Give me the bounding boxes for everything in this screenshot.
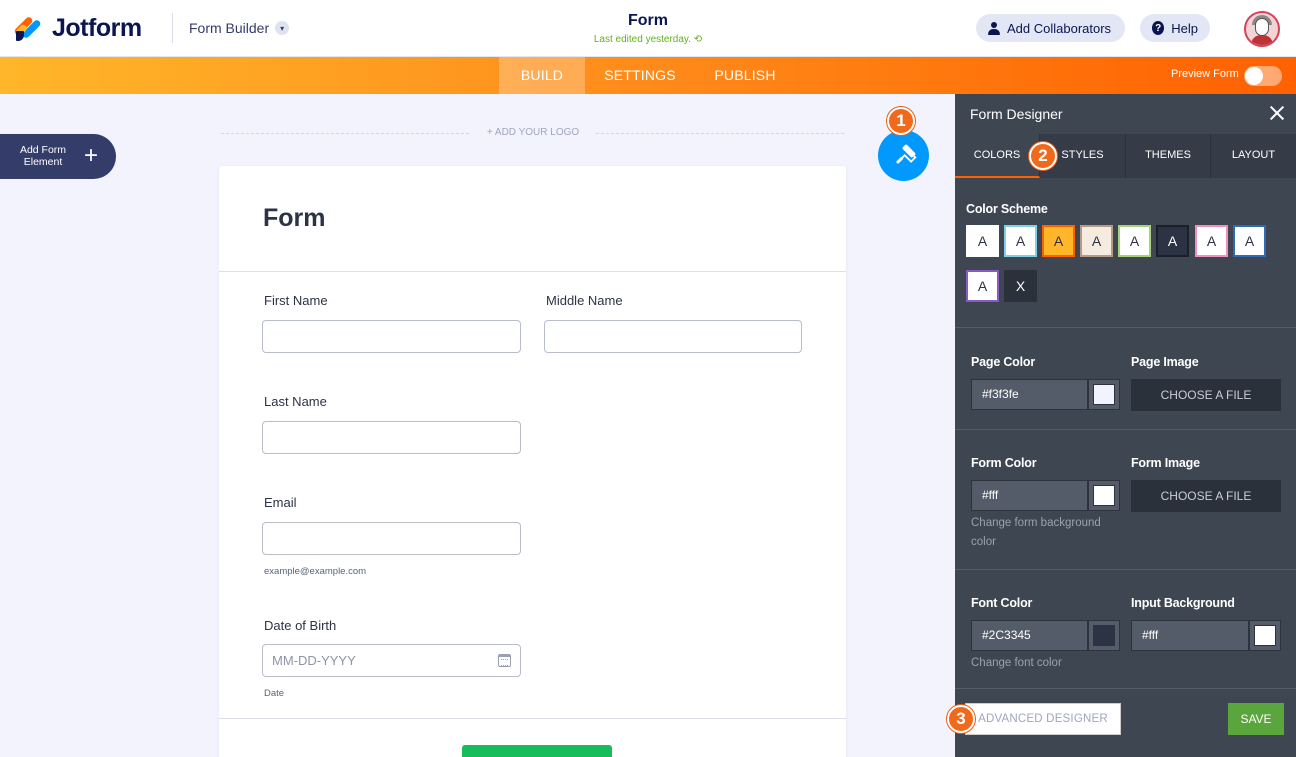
page-image-choose-button[interactable]: CHOOSE A FILE <box>1131 379 1281 411</box>
step-badge-2: 2 <box>1029 142 1057 170</box>
add-logo-link[interactable]: + ADD YOUR LOGO <box>470 127 596 138</box>
panel-title: Form Designer <box>970 106 1063 122</box>
section-divider <box>955 688 1296 689</box>
submit-button[interactable] <box>462 745 612 757</box>
tab-settings[interactable]: SETTINGS <box>598 57 682 94</box>
middle-name-label: Middle Name <box>546 293 623 308</box>
jotform-logo[interactable]: Jotform <box>13 14 142 43</box>
top-bar: Jotform Form Builder ▾ Form Last edited … <box>0 0 1296 57</box>
last-name-label: Last Name <box>264 394 327 409</box>
font-color-swatch[interactable] <box>1088 620 1120 651</box>
input-background-label: Input Background <box>1131 596 1235 610</box>
page-color-swatch[interactable] <box>1088 379 1120 410</box>
brand-name: Jotform <box>52 14 142 42</box>
first-name-label: First Name <box>264 293 328 308</box>
color-scheme-swatch[interactable]: A <box>1156 225 1189 257</box>
page-color-label: Page Color <box>971 355 1035 369</box>
step-badge-1: 1 <box>887 107 915 135</box>
tab-layout[interactable]: LAYOUT <box>1211 134 1296 178</box>
plus-icon: + <box>84 142 99 169</box>
last-name-input[interactable] <box>262 421 521 454</box>
email-label: Email <box>264 495 297 510</box>
refresh-icon: ⟲ <box>693 34 703 45</box>
preview-form-toggle[interactable] <box>1244 66 1282 86</box>
tab-build[interactable]: BUILD <box>499 57 585 94</box>
close-icon[interactable] <box>1268 104 1286 122</box>
question-icon: ? <box>1152 21 1165 35</box>
form-heading[interactable]: Form <box>263 204 326 233</box>
tab-colors[interactable]: COLORS <box>955 134 1040 178</box>
avatar[interactable] <box>1244 11 1280 47</box>
form-color-swatch[interactable] <box>1088 480 1120 511</box>
form-image-choose-button[interactable]: CHOOSE A FILE <box>1131 480 1281 512</box>
color-scheme-swatch[interactable]: A <box>1080 225 1113 257</box>
form-card: Form First Name Middle Name Last Name Em… <box>219 166 846 757</box>
add-collaborators-button[interactable]: Add Collaborators <box>976 14 1125 42</box>
section-divider <box>955 429 1296 430</box>
email-field[interactable] <box>262 522 521 555</box>
form-builder-label: Form Builder <box>189 20 270 36</box>
form-title[interactable]: Form <box>548 12 748 30</box>
font-color-help: Change font color <box>971 657 1062 669</box>
add-collaborators-label: Add Collaborators <box>1007 20 1112 36</box>
chevron-down-icon: ▾ <box>275 21 290 35</box>
color-scheme-swatch[interactable]: A <box>1042 225 1075 257</box>
font-color-input[interactable]: #2C3345 <box>971 620 1088 651</box>
color-scheme-swatch[interactable]: A <box>1004 225 1037 257</box>
add-form-element-label: Add Form Element <box>19 144 67 168</box>
email-sublabel: example@example.com <box>264 566 367 577</box>
color-scheme-swatch[interactable]: A <box>966 270 999 302</box>
input-background-swatch[interactable] <box>1249 620 1281 651</box>
color-scheme-label: Color Scheme <box>966 202 1048 216</box>
advanced-designer-button[interactable]: ADVANCED DESIGNER <box>965 703 1121 735</box>
last-edited-text: Last edited yesterday. <box>593 34 691 45</box>
dob-placeholder: MM-DD-YYYY <box>272 653 356 668</box>
section-divider <box>955 327 1296 328</box>
tab-publish[interactable]: PUBLISH <box>708 57 782 94</box>
preview-form-label: Preview Form <box>1171 68 1239 80</box>
dob-input[interactable]: MM-DD-YYYY <box>262 644 521 677</box>
form-title-block: Form Last edited yesterday. ⟲ <box>548 12 748 45</box>
designer-tabs: COLORS STYLES THEMES LAYOUT <box>955 134 1296 178</box>
color-scheme-swatch[interactable]: A <box>966 225 999 257</box>
submit-divider <box>219 718 846 719</box>
color-scheme-swatch[interactable]: A <box>1195 225 1228 257</box>
dob-label: Date of Birth <box>264 618 337 633</box>
heading-divider <box>219 271 846 272</box>
header-divider <box>172 13 173 43</box>
jotform-logo-icon <box>13 15 42 43</box>
page-image-label: Page Image <box>1131 355 1199 369</box>
add-form-element-button[interactable]: Add Form Element + <box>0 134 116 179</box>
toggle-knob <box>1245 67 1263 85</box>
form-color-label: Form Color <box>971 456 1037 470</box>
paint-roller-icon <box>895 144 917 164</box>
help-label: Help <box>1171 20 1198 36</box>
last-edited: Last edited yesterday. ⟲ <box>548 34 748 45</box>
form-image-label: Form Image <box>1131 456 1200 470</box>
color-scheme-swatch[interactable]: A <box>1233 225 1266 257</box>
page-color-input[interactable]: #f3f3fe <box>971 379 1088 410</box>
form-color-input[interactable]: #fff <box>971 480 1088 511</box>
step-badge-3: 3 <box>947 705 975 733</box>
section-divider <box>955 569 1296 570</box>
user-icon <box>988 21 1000 35</box>
form-designer-button[interactable] <box>878 130 929 181</box>
color-scheme-swatch[interactable]: A <box>1118 225 1151 257</box>
save-button[interactable]: SAVE <box>1228 703 1284 735</box>
middle-name-input[interactable] <box>544 320 802 353</box>
panel-header: Form Designer <box>955 94 1296 134</box>
help-button[interactable]: ? Help <box>1140 14 1210 42</box>
form-color-help: Change form background color <box>971 517 1101 548</box>
input-background-input[interactable]: #fff <box>1131 620 1249 651</box>
dob-sublabel: Date <box>264 688 285 699</box>
form-designer-panel: Form Designer COLORS STYLES THEMES LAYOU… <box>955 94 1296 757</box>
main-nav: BUILD SETTINGS PUBLISH Preview Form <box>0 57 1296 94</box>
color-scheme-swatch[interactable]: X <box>1004 270 1037 302</box>
font-color-label: Font Color <box>971 596 1033 610</box>
first-name-input[interactable] <box>262 320 521 353</box>
form-builder-dropdown[interactable]: Form Builder ▾ <box>189 20 290 36</box>
tab-themes[interactable]: THEMES <box>1126 134 1211 178</box>
calendar-icon[interactable] <box>498 654 511 667</box>
